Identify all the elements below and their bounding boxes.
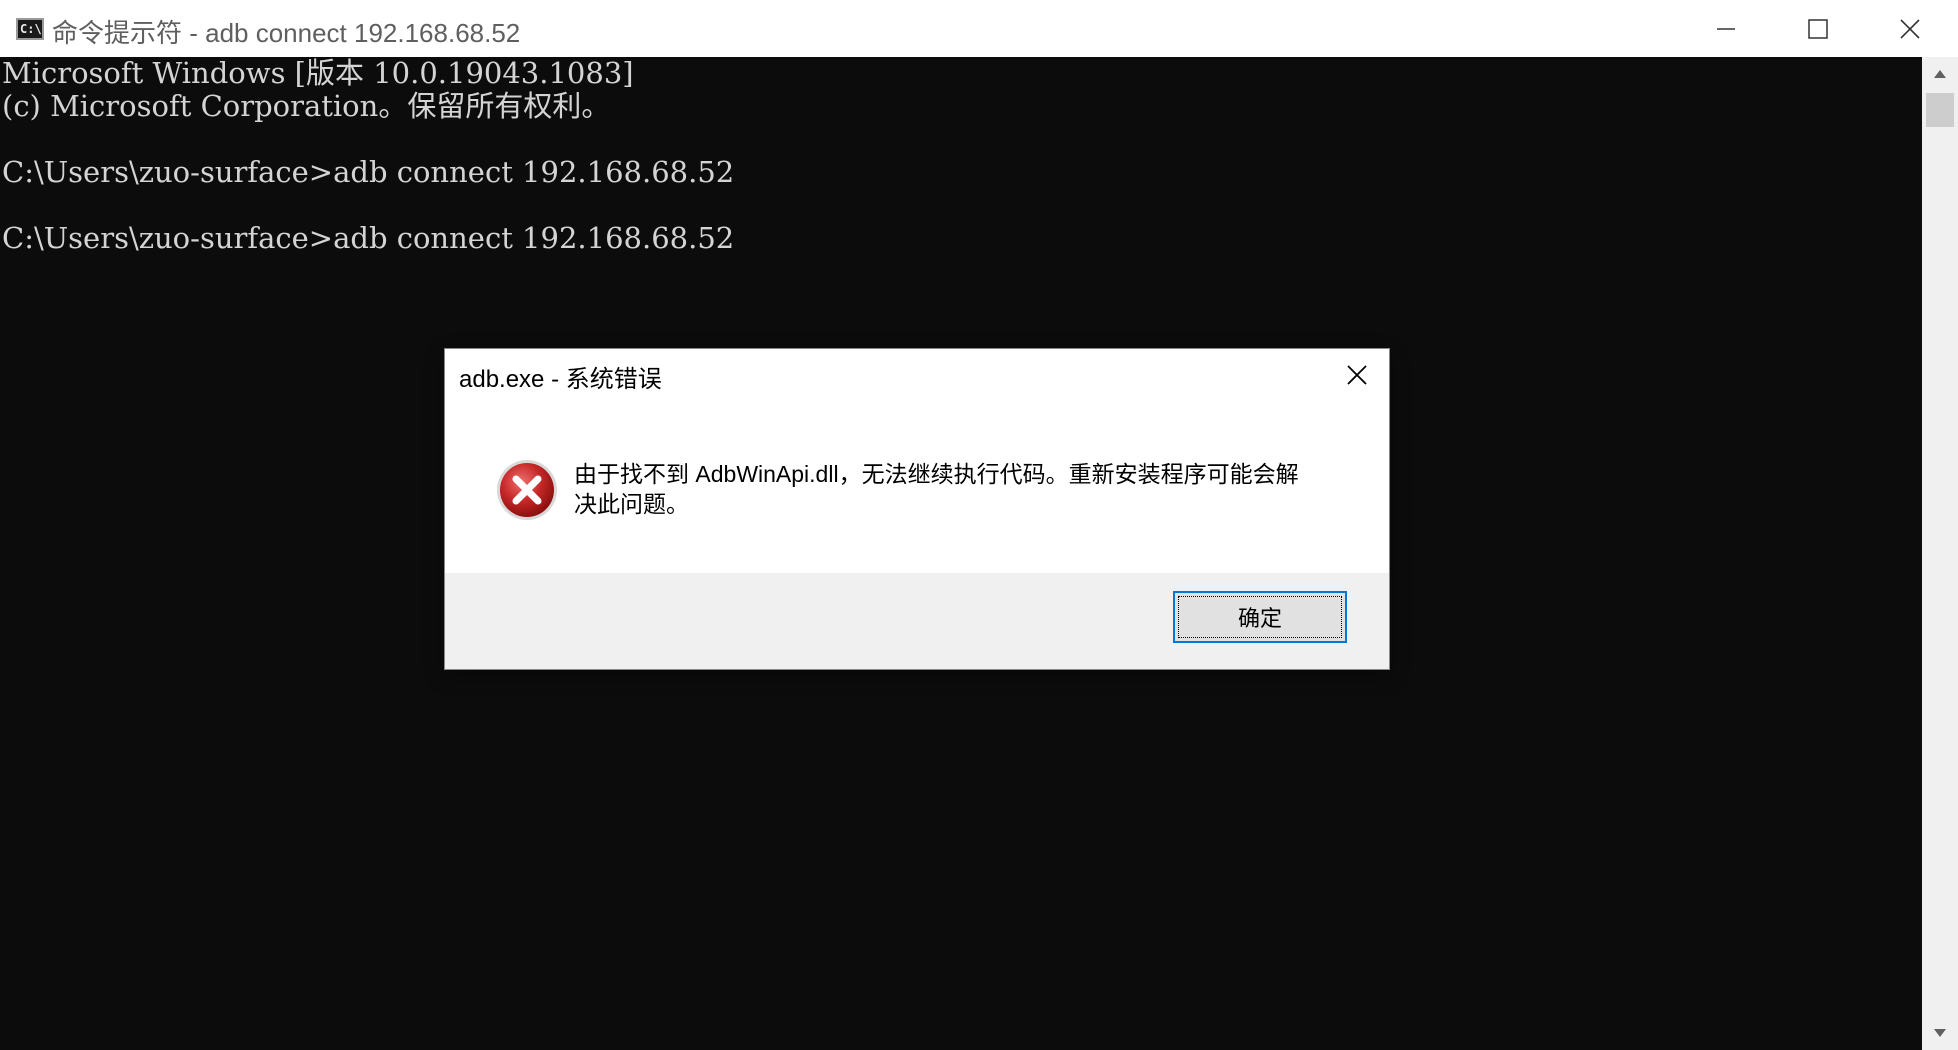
dialog-message-line: 决此问题。: [574, 491, 689, 517]
console-line: (c) Microsoft Corporation。保留所有权利。: [2, 89, 611, 123]
dialog-message: 由于找不到 AdbWinApi.dll，无法继续执行代码。重新安装程序可能会解 …: [574, 459, 1334, 519]
console-icon: C:\: [16, 18, 44, 40]
dialog-title: adb.exe - 系统错误: [459, 366, 662, 393]
minimize-button[interactable]: [1680, 0, 1772, 57]
scroll-down-icon: [1934, 1029, 1946, 1037]
close-icon: [1347, 365, 1367, 385]
close-window-button[interactable]: [1864, 0, 1956, 57]
console-icon-glyph: C:\: [20, 22, 42, 36]
close-icon: [1900, 18, 1920, 39]
maximize-button[interactable]: [1772, 0, 1864, 57]
window-title: 命令提示符 - adb connect 192.168.68.52: [52, 18, 521, 48]
ok-button[interactable]: 确定: [1173, 591, 1347, 643]
scroll-up-icon: [1934, 70, 1946, 78]
console-lines: Microsoft Windows [版本 10.0.19043.1083] (…: [2, 57, 734, 255]
dialog-message-line: 由于找不到 AdbWinApi.dll，无法继续执行代码。重新安装程序可能会解: [574, 461, 1299, 487]
scroll-up-button[interactable]: [1922, 57, 1958, 91]
scroll-thumb[interactable]: [1926, 93, 1954, 127]
dialog-footer: 确定: [445, 573, 1389, 669]
minimize-icon: [1717, 27, 1735, 30]
console-line: C:\Users\zuo-surface>adb connect 192.168…: [2, 221, 735, 255]
vertical-scrollbar[interactable]: [1922, 57, 1958, 1050]
error-dialog: adb.exe - 系统错误 由于找不到 AdbWinApi.dll，无法继续执…: [444, 348, 1390, 670]
window-titlebar: C:\ 命令提示符 - adb connect 192.168.68.52: [0, 0, 1958, 58]
maximize-icon: [1808, 18, 1828, 39]
console-line: Microsoft Windows [版本 10.0.19043.1083]: [2, 56, 634, 90]
error-icon: [497, 460, 557, 520]
console-line: C:\Users\zuo-surface>adb connect 192.168…: [2, 155, 735, 189]
scroll-down-button[interactable]: [1922, 1016, 1958, 1050]
dialog-close-button[interactable]: [1335, 355, 1379, 395]
